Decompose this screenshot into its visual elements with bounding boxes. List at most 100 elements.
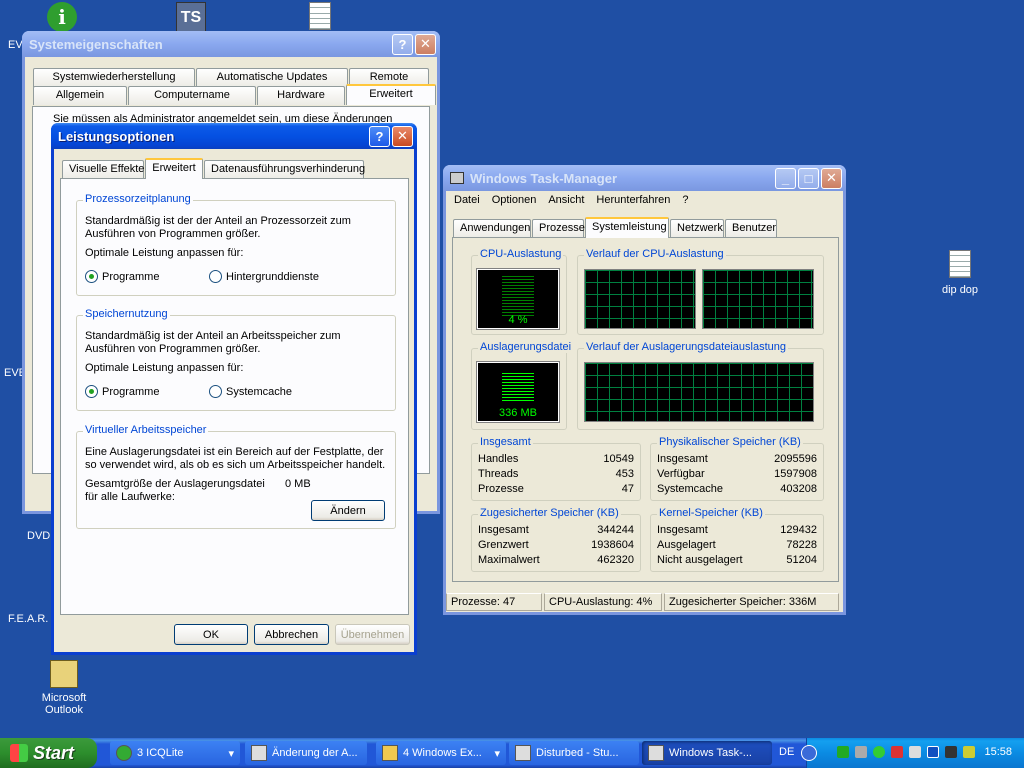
desktop-icon-dip-dop[interactable]: dip dop: [920, 250, 1000, 296]
tab-performance[interactable]: Systemleistung: [585, 217, 669, 238]
language-indicator[interactable]: DE: [779, 746, 794, 758]
outlook-icon: [50, 660, 78, 688]
stat-value: 10549: [603, 453, 634, 465]
menu-shutdown[interactable]: Herunterfahren: [590, 194, 676, 206]
desktop-icon-outlook[interactable]: Microsoft Outlook: [24, 660, 104, 716]
cancel-button[interactable]: Abbrechen: [254, 624, 329, 645]
description-line: Standardmäßig ist der der Anteil an Proz…: [85, 215, 351, 227]
radio-programs-memory[interactable]: Programme: [85, 385, 159, 398]
stat-label: Systemcache: [657, 483, 724, 495]
minimize-button[interactable]: _: [775, 167, 796, 189]
stat-label: Insgesamt: [657, 453, 708, 465]
tab-hardware[interactable]: Hardware: [257, 86, 345, 105]
desktop-icon-label: dip dop: [941, 284, 979, 296]
apply-button[interactable]: Übernehmen: [335, 624, 410, 645]
kernel-memory-group: Kernel-Speicher (KB) Insgesamt 129432 Aus…: [650, 507, 824, 572]
menu-options[interactable]: Optionen: [486, 194, 543, 206]
cpu-history-graph-2: [702, 269, 814, 329]
desktop-icon-label-fear[interactable]: F.E.A.R.: [8, 613, 48, 625]
performance-options-window[interactable]: Leistungsoptionen ? ✕ Visuelle Effekte E…: [51, 123, 417, 655]
radio-system-cache[interactable]: Systemcache: [209, 385, 292, 398]
tab-networking[interactable]: Netzwerk: [670, 219, 724, 238]
ok-button[interactable]: OK: [174, 624, 248, 645]
icq-tray-icon[interactable]: [873, 746, 885, 758]
show-hidden-icons-button[interactable]: [801, 745, 817, 761]
menu-file[interactable]: Datei: [448, 194, 486, 206]
desktop-icon-document[interactable]: [309, 2, 331, 30]
tab-dep[interactable]: Datenausführungsverhinderung: [204, 160, 365, 179]
taskbar-item-label: 3 ICQLite: [137, 747, 184, 759]
title-bar[interactable]: Systemeigenschaften ? ✕: [22, 31, 440, 57]
stat-value: 47: [621, 483, 634, 495]
cpu-history-group: Verlauf der CPU-Auslastung: [577, 248, 824, 335]
tab-system-restore[interactable]: Systemwiederherstellung: [33, 68, 195, 87]
stat-row-total: Insgesamt 344244: [478, 524, 634, 536]
tab-advanced[interactable]: Erweitert: [145, 158, 203, 179]
close-button[interactable]: ✕: [415, 33, 436, 55]
taskbar-item-change[interactable]: Änderung der A...: [245, 741, 367, 765]
tab-users[interactable]: Benutzer: [725, 219, 777, 238]
taskbar-item-label: Disturbed - Stu...: [536, 747, 619, 759]
stat-value: 1597908: [774, 468, 817, 480]
network-icon[interactable]: [837, 746, 849, 758]
desktop-icon-label-dvd[interactable]: DVD: [27, 530, 50, 542]
description-line: so verwendet wird, als ob es sich um Arb…: [85, 459, 386, 471]
windows-logo-icon: [10, 744, 28, 762]
help-button[interactable]: ?: [369, 125, 390, 147]
title-bar[interactable]: Windows Task-Manager _ □ ✕: [443, 165, 846, 191]
radio-dot: [85, 385, 98, 398]
document-icon: [309, 2, 331, 30]
change-button[interactable]: Ändern: [311, 500, 385, 521]
description-line: Ausführen von Programmen größer.: [85, 343, 261, 355]
memory-usage-group: Speichernutzung Standardmäßig ist der An…: [76, 308, 396, 411]
pagefile-size-label: Gesamtgröße der Auslagerungsdatei: [85, 478, 265, 490]
tab-processes[interactable]: Prozesse: [532, 219, 585, 238]
radio-programs-cpu[interactable]: Programme: [85, 270, 159, 283]
tab-general[interactable]: Allgemein: [33, 86, 127, 105]
help-button[interactable]: ?: [392, 33, 413, 55]
task-manager-window[interactable]: Windows Task-Manager _ □ ✕ Datei Optione…: [443, 165, 846, 615]
tab-computer-name[interactable]: Computername: [128, 86, 256, 105]
radio-background-services[interactable]: Hintergrunddienste: [209, 270, 319, 283]
stat-label: Handles: [478, 453, 519, 465]
maximize-button[interactable]: □: [798, 167, 819, 189]
app-tray-icon[interactable]: [963, 746, 975, 758]
start-label: Start: [33, 742, 75, 763]
clock[interactable]: 15:58: [984, 746, 1012, 758]
tab-row: Anwendungen Prozesse Systemleistung Netz…: [453, 217, 778, 238]
stat-label: Ausgelagert: [657, 539, 716, 551]
settings-icon[interactable]: [855, 746, 867, 758]
bluetooth-icon[interactable]: [927, 746, 939, 758]
close-button[interactable]: ✕: [821, 167, 842, 189]
taskbar-item-explorer[interactable]: 4 Windows Ex... ▾: [376, 741, 506, 765]
tab-advanced[interactable]: Erweitert: [346, 84, 436, 105]
pagefile-size-label: für alle Laufwerke:: [85, 491, 175, 503]
desktop-icon-info[interactable]: i: [47, 2, 77, 32]
volume-icon[interactable]: [909, 746, 921, 758]
physical-memory-group: Physikalischer Speicher (KB) Insgesamt 20…: [650, 436, 824, 501]
menu-view[interactable]: Ansicht: [542, 194, 590, 206]
desktop-icon-ts[interactable]: TS: [176, 2, 206, 32]
taskbar-item-disturbed[interactable]: Disturbed - Stu...: [509, 741, 639, 765]
pagefile-history-graph: [584, 362, 814, 422]
menu-help[interactable]: ?: [676, 194, 694, 206]
terminal-services-icon: TS: [176, 2, 206, 32]
performance-panel: CPU-Auslastung 4 % Verlauf der CPU-Ausla…: [452, 237, 839, 582]
group-title: Speichernutzung: [83, 308, 170, 320]
security-shield-icon[interactable]: [891, 746, 903, 758]
taskbar-item-task-manager[interactable]: Windows Task-...: [642, 741, 772, 765]
radio-label: Systemcache: [226, 385, 293, 398]
close-button[interactable]: ✕: [392, 125, 413, 147]
window-title: Leistungsoptionen: [58, 128, 175, 144]
start-button[interactable]: Start: [0, 738, 97, 768]
monitor-icon[interactable]: [945, 746, 957, 758]
tab-automatic-updates[interactable]: Automatische Updates: [196, 68, 348, 87]
tab-visual-effects[interactable]: Visuelle Effekte: [62, 160, 144, 179]
tab-applications[interactable]: Anwendungen: [453, 219, 531, 238]
taskbar-item-icq[interactable]: 3 ICQLite ▾: [110, 741, 240, 765]
stat-row-total: Insgesamt 2095596: [657, 453, 817, 465]
title-bar[interactable]: Leistungsoptionen ? ✕: [51, 123, 417, 149]
stat-value: 453: [615, 468, 634, 480]
radio-label: Programme: [102, 385, 160, 398]
group-title: Virtueller Arbeitsspeicher: [83, 424, 209, 436]
